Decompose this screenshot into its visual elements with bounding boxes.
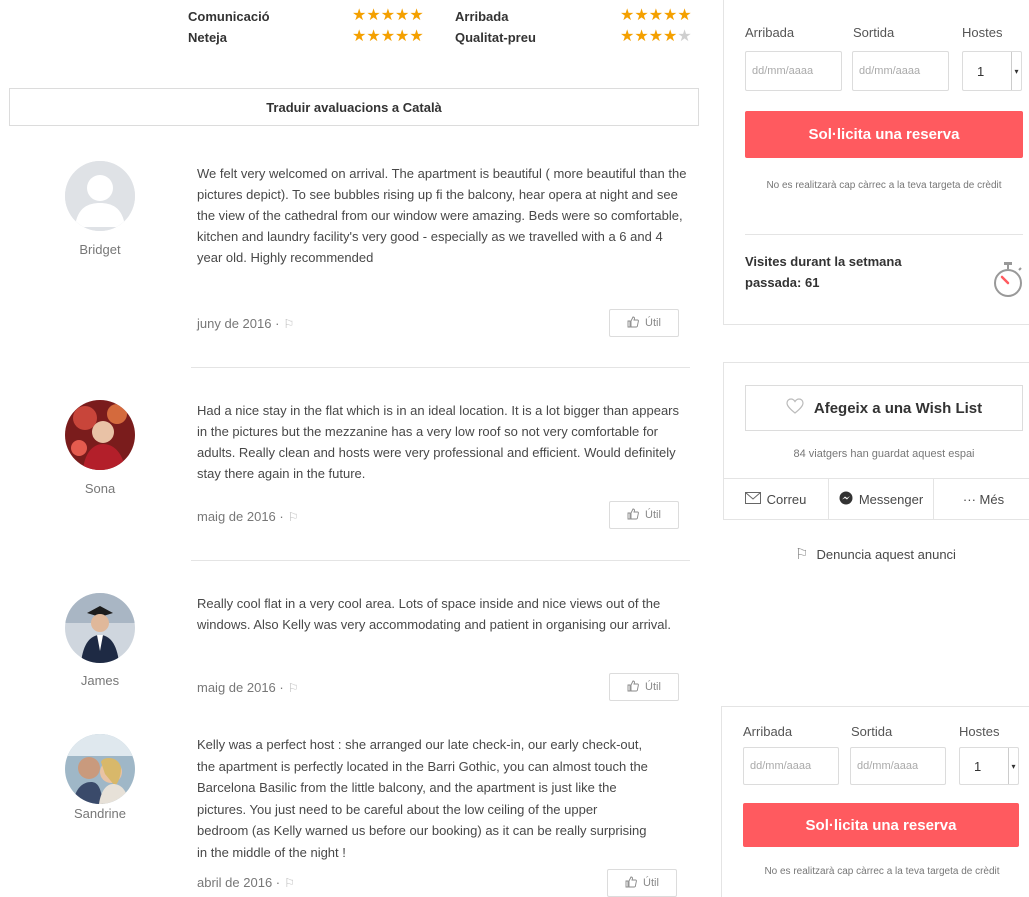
arrival-label: Arribada: [745, 25, 795, 40]
request-booking-button[interactable]: Sol·licita una reserva: [743, 803, 1019, 847]
thumbs-up-icon: [625, 876, 637, 891]
reviewer-photo: [65, 734, 135, 804]
guests-label: Hostes: [962, 25, 1003, 40]
flag-icon[interactable]: ⚐: [283, 317, 294, 331]
departure-date-input[interactable]: dd/mm/aaaa: [852, 51, 949, 91]
useful-button[interactable]: Útil: [609, 673, 679, 701]
review-date: maig de 2016 · ⚐: [197, 509, 299, 524]
guests-label: Hostes: [959, 724, 1000, 739]
reviewer-name: Sandrine: [73, 806, 127, 821]
avatar[interactable]: [65, 400, 135, 470]
rating-label-arrival: Arribada: [455, 9, 509, 24]
review-text: Had a nice stay in the flat which is in …: [197, 403, 680, 481]
reviewer-name: Sona: [84, 481, 116, 496]
share-messenger-label: Messenger: [858, 492, 924, 507]
report-listing-link[interactable]: ⚐ Denuncia aquest anunci: [795, 545, 956, 563]
review-divider: [191, 367, 690, 368]
no-charge-note: No es realitzarà cap càrrec a la teva ta…: [766, 180, 1002, 191]
weekly-visits-text: Visites durant la setmana passada: 61: [745, 254, 902, 290]
chevron-down-icon: ▾: [1008, 748, 1018, 784]
reviewer-name: Bridget: [79, 242, 121, 257]
avatar[interactable]: [65, 161, 135, 231]
arrival-date-input[interactable]: dd/mm/aaaa: [745, 51, 842, 91]
review-text: We felt very welcomed on arrival. The ap…: [197, 166, 687, 265]
share-email-label: Correu: [766, 492, 807, 507]
heart-icon: [786, 398, 804, 418]
no-charge-note: No es realitzarà cap càrrec a la teva ta…: [764, 866, 1000, 877]
review-text: Kelly was a perfect host : she arranged …: [197, 737, 648, 860]
envelope-icon: [744, 492, 761, 507]
useful-button[interactable]: Útil: [609, 501, 679, 529]
departure-label: Sortida: [853, 25, 895, 40]
add-to-wishlist-button[interactable]: Afegeix a una Wish List: [745, 385, 1023, 431]
review-date-text: juny de 2016 ·: [197, 316, 280, 331]
flag-icon[interactable]: ⚐: [284, 876, 295, 890]
thumbs-up-icon: [627, 508, 639, 523]
useful-label: Útil: [645, 509, 661, 521]
review-date-text: maig de 2016 ·: [197, 680, 284, 695]
flag-icon[interactable]: ⚐: [288, 510, 299, 524]
rating-label-value: Qualitat-preu: [455, 30, 536, 45]
guests-value: 1: [977, 63, 985, 79]
useful-label: Útil: [643, 877, 659, 889]
share-messenger-button[interactable]: Messenger: [829, 479, 934, 520]
review-date-text: maig de 2016 ·: [197, 509, 284, 524]
thumbs-up-icon: [627, 680, 639, 695]
rating-stars-value: ★★★★★: [620, 28, 692, 45]
reviewer-photo: [65, 593, 135, 663]
saved-count-note: 84 viatgers han guardat aquest espai: [793, 448, 975, 460]
avatar[interactable]: [65, 593, 135, 663]
stopwatch-icon: [992, 262, 1024, 301]
arrival-date-input[interactable]: dd/mm/aaaa: [743, 747, 839, 785]
share-email-button[interactable]: Correu: [723, 479, 829, 520]
wishlist-label: Afegeix a una Wish List: [813, 399, 983, 417]
request-booking-button[interactable]: Sol·licita una reserva: [745, 111, 1023, 158]
guests-select[interactable]: 1 ▾: [959, 747, 1019, 785]
rating-stars-cleanliness: ★★★★★: [352, 28, 424, 45]
review-date: abril de 2016 · ⚐: [197, 875, 295, 890]
flag-icon: ⚐: [795, 546, 809, 563]
thumbs-up-icon: [627, 316, 639, 331]
guests-select[interactable]: 1 ▾: [962, 51, 1022, 91]
flag-icon[interactable]: ⚐: [288, 681, 299, 695]
translate-reviews-button[interactable]: Traduir avaluacions a Català: [9, 88, 699, 126]
review-date: maig de 2016 · ⚐: [197, 680, 299, 695]
departure-label: Sortida: [851, 724, 893, 739]
rating-label-cleanliness: Neteja: [188, 30, 228, 45]
review-date-text: abril de 2016 ·: [197, 875, 281, 890]
panel-divider: [745, 234, 1023, 235]
guests-value: 1: [974, 758, 982, 774]
messenger-icon: [839, 491, 853, 508]
useful-button[interactable]: Útil: [609, 309, 679, 337]
useful-label: Útil: [645, 681, 661, 693]
rating-stars-communication: ★★★★★: [352, 7, 424, 24]
share-more-button[interactable]: ··· Més: [934, 479, 1029, 520]
review-divider: [191, 560, 690, 561]
arrival-label: Arribada: [743, 724, 793, 739]
useful-button[interactable]: Útil: [607, 869, 677, 897]
departure-date-input[interactable]: dd/mm/aaaa: [850, 747, 946, 785]
rating-label-communication: Comunicació: [188, 9, 270, 24]
review-date: juny de 2016 · ⚐: [197, 316, 294, 331]
reviewer-photo: [65, 400, 135, 470]
share-more-label: ··· Més: [962, 492, 1005, 507]
avatar[interactable]: [65, 734, 135, 804]
report-listing-label: Denuncia aquest anunci: [816, 546, 956, 562]
default-avatar-icon: [65, 161, 135, 231]
chevron-down-icon: ▾: [1011, 52, 1021, 90]
rating-stars-arrival: ★★★★★: [620, 7, 692, 24]
reviewer-name: James: [80, 673, 120, 688]
review-text: Really cool flat in a very cool area. Lo…: [197, 596, 672, 632]
useful-label: Útil: [645, 317, 661, 329]
